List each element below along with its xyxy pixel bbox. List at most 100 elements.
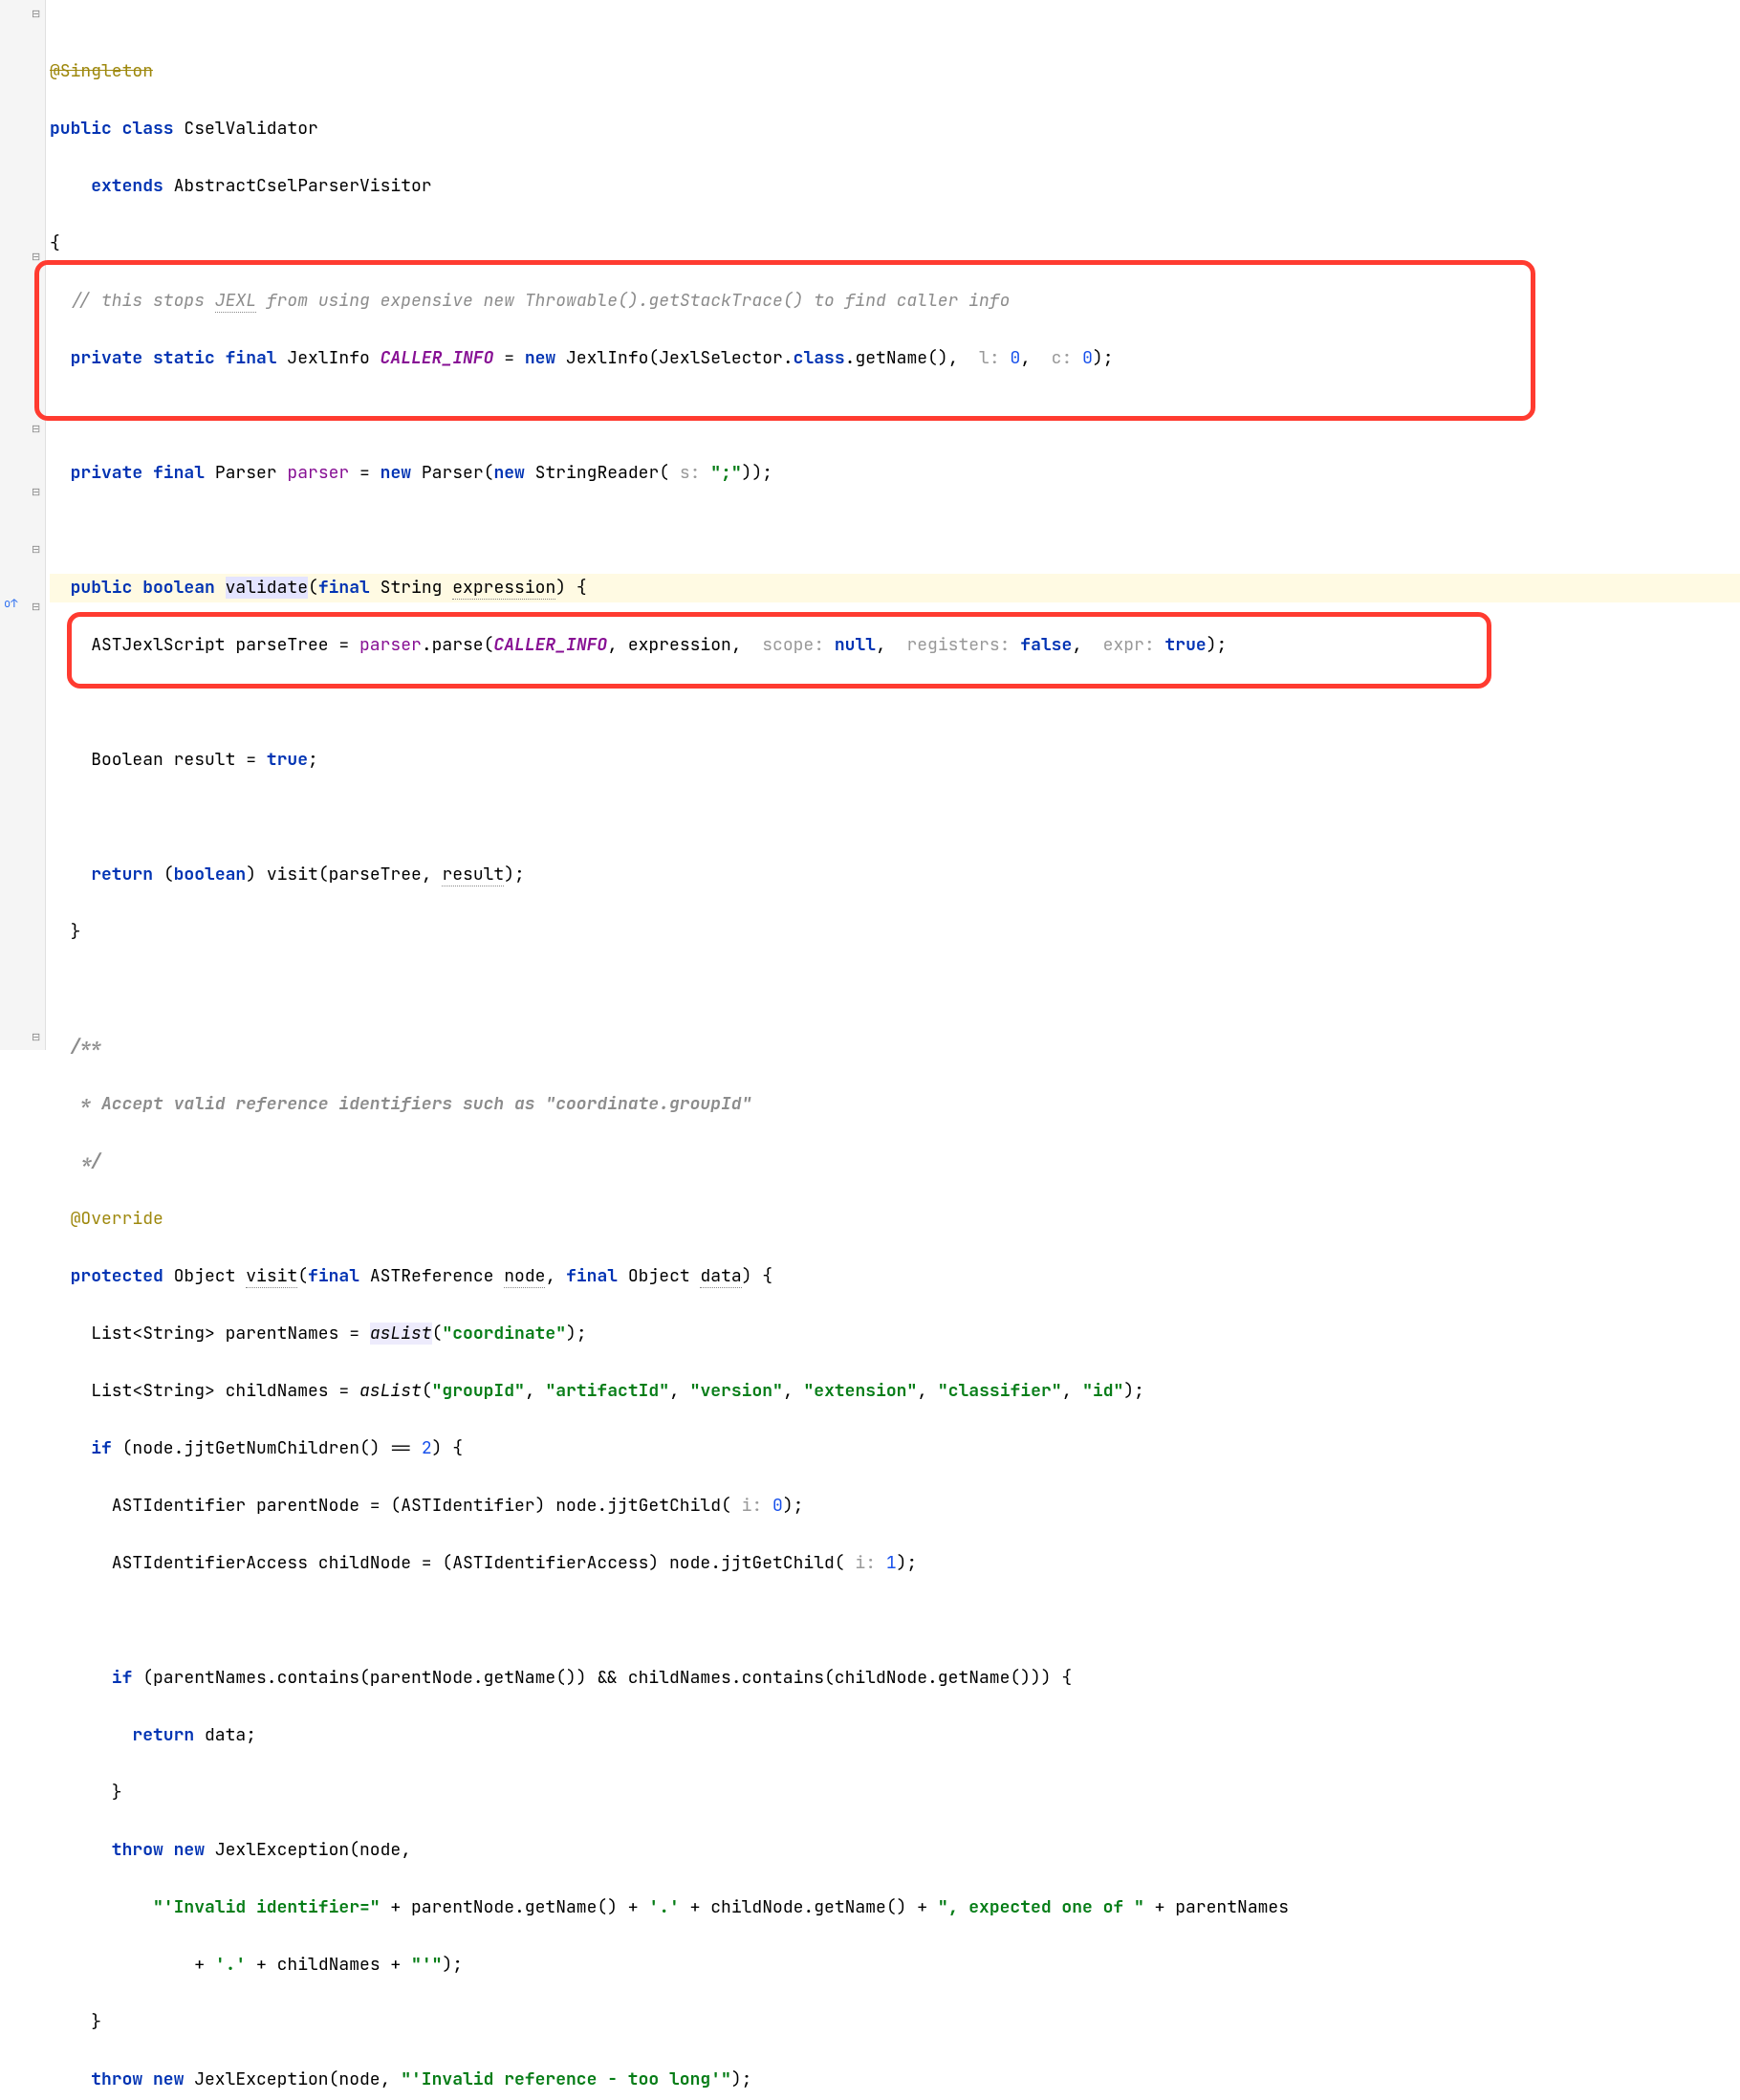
- fold-icon[interactable]: ⊟: [32, 8, 43, 19]
- code-text: {: [50, 232, 60, 254]
- code-text: '.': [215, 1954, 246, 1976]
- code-text: ) {: [555, 577, 586, 599]
- code-text: expr:: [1103, 634, 1165, 656]
- code-text: "groupId": [432, 1380, 525, 1402]
- code-text: data: [700, 1265, 741, 1288]
- code-text: }: [50, 2011, 101, 2033]
- code-text: new: [381, 462, 422, 484]
- code-text: CALLER_INFO: [381, 347, 494, 369]
- code-text: if: [50, 1437, 122, 1459]
- code-text: "'Invalid identifier=": [153, 1896, 381, 1918]
- code-text: l:: [979, 347, 1010, 369]
- code-text: );: [783, 1495, 804, 1517]
- code-text: "'Invalid reference - too long'": [401, 2068, 731, 2090]
- code-text: new: [493, 462, 534, 484]
- code-text: );: [566, 1323, 587, 1345]
- code-text: '.': [648, 1896, 679, 1918]
- code-text: public boolean: [50, 577, 226, 599]
- code-text: (: [422, 1380, 432, 1402]
- code-text: "artifactId": [545, 1380, 669, 1402]
- code-text: "'": [411, 1954, 442, 1976]
- code-text: 1: [886, 1552, 897, 1574]
- code-editor[interactable]: @Singleton public class CselValidator ex…: [46, 0, 1740, 1050]
- code-text: AbstractCselParserVisitor: [174, 175, 432, 197]
- code-text: // this stops: [50, 290, 215, 312]
- fold-icon[interactable]: ⊟: [32, 251, 43, 262]
- code-text: ,: [917, 1380, 938, 1402]
- code-text: i:: [742, 1495, 772, 1517]
- code-text: List<String> childNames =: [50, 1380, 359, 1402]
- code-text: private static final: [50, 347, 287, 369]
- code-text: ASTIdentifierAccess childNode = (ASTIden…: [50, 1552, 855, 1574]
- code-text: 2: [422, 1437, 432, 1459]
- code-text: ,: [1020, 347, 1051, 369]
- code-text: ,: [783, 1380, 804, 1402]
- code-text: i:: [855, 1552, 885, 1574]
- code-text: + parentNode.getName() +: [381, 1896, 649, 1918]
- code-text: protected: [50, 1265, 174, 1287]
- code-text: Object: [174, 1265, 247, 1287]
- code-text: +: [50, 1954, 215, 1976]
- editor-gutter: o↑ ⊟ ⊟ ⊟ ⊟ ⊟ ⊟ ⊟: [0, 0, 46, 1050]
- code-text: result: [442, 864, 504, 886]
- code-text: ASTReference: [370, 1265, 504, 1287]
- code-text: registers:: [906, 634, 1020, 656]
- code-text: );: [442, 1954, 463, 1976]
- code-text: null: [835, 634, 876, 656]
- code-text: ) visit(parseTree,: [246, 864, 442, 886]
- code-text: parser: [287, 462, 349, 484]
- code-text: true: [1164, 634, 1206, 656]
- code-text: c:: [1052, 347, 1082, 369]
- code-text: JexlException(node,: [215, 1839, 411, 1861]
- code-text: ;: [308, 749, 318, 771]
- code-text: String: [381, 577, 453, 599]
- code-text: boolean: [174, 864, 247, 886]
- code-text: "extension": [803, 1380, 917, 1402]
- fold-icon[interactable]: ⊟: [32, 543, 43, 555]
- code-text: Parser: [215, 462, 288, 484]
- code-text: final: [308, 1265, 370, 1287]
- code-text: 0: [772, 1495, 783, 1517]
- code-text: "version": [690, 1380, 783, 1402]
- code-text: ,: [1062, 1380, 1083, 1402]
- code-text: private final: [50, 462, 215, 484]
- code-text: node: [504, 1265, 545, 1288]
- code-text: from using expensive new Throwable().get…: [256, 290, 1010, 312]
- code-text: /**: [50, 1036, 101, 1058]
- code-text: );: [731, 2068, 752, 2090]
- code-text: @Singleton: [50, 60, 153, 82]
- fold-icon[interactable]: ⊟: [32, 601, 43, 612]
- code-text: );: [1093, 347, 1114, 369]
- code-text: parser: [359, 634, 422, 656]
- code-text: .parse(: [422, 634, 494, 656]
- fold-icon[interactable]: ⊟: [32, 423, 43, 434]
- code-text: class: [794, 347, 845, 369]
- code-text: expression: [452, 577, 555, 600]
- code-text: ";": [710, 462, 741, 484]
- code-text: throw new: [50, 1839, 215, 1861]
- code-text: return: [50, 1724, 205, 1746]
- code-text: Boolean result =: [50, 749, 267, 771]
- code-text: (node.jjtGetNumChildren() ==: [122, 1437, 422, 1459]
- code-text: , expression,: [607, 634, 762, 656]
- code-text: (: [297, 1265, 308, 1287]
- code-text: CselValidator: [184, 118, 317, 140]
- fold-icon[interactable]: ⊟: [32, 486, 43, 497]
- override-gutter-icon[interactable]: o↑: [4, 596, 17, 609]
- code-text: }: [50, 1782, 122, 1804]
- code-text: visit: [246, 1265, 297, 1288]
- code-text: true: [267, 749, 308, 771]
- code-text: */: [50, 1150, 101, 1172]
- code-text: JexlInfo: [287, 347, 380, 369]
- code-text: validate: [226, 577, 308, 599]
- fold-icon[interactable]: ⊟: [32, 1031, 43, 1042]
- code-text: List<String> parentNames =: [50, 1323, 370, 1345]
- code-text: * Accept valid reference identifiers suc…: [50, 1093, 751, 1115]
- code-text: JEXL: [215, 290, 256, 313]
- code-text: (: [432, 1323, 443, 1345]
- code-text: ) {: [432, 1437, 463, 1459]
- code-text: ,: [876, 634, 906, 656]
- code-text: ASTJexlScript parseTree =: [50, 634, 359, 656]
- code-text: return: [50, 864, 163, 886]
- code-text: + childNode.getName() +: [680, 1896, 938, 1918]
